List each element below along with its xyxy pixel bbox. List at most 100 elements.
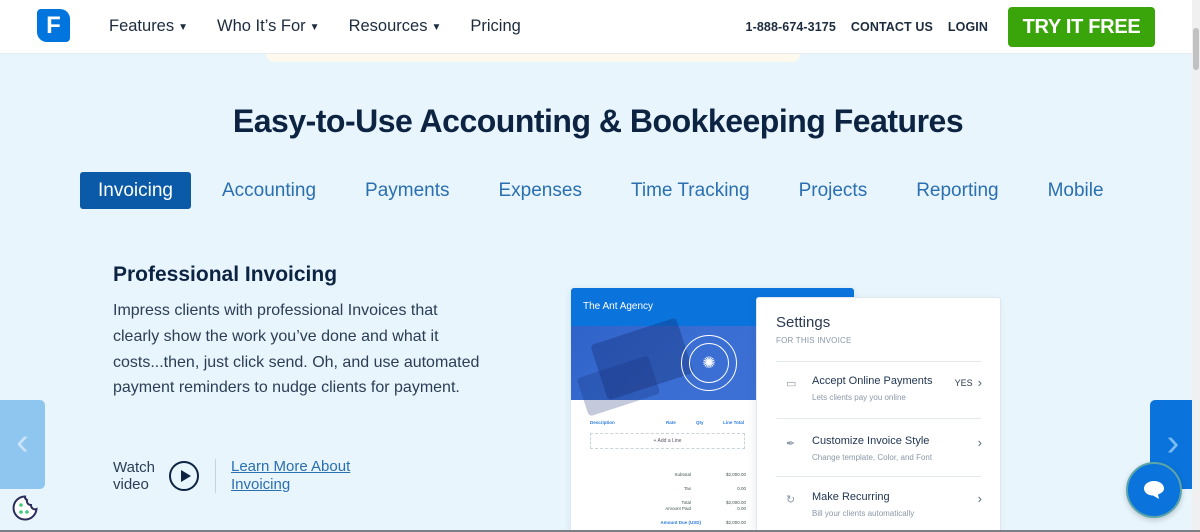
login-link[interactable]: LOGIN [948,20,988,34]
watch-video-row: Watch video Learn More About Invoicing [113,458,350,494]
column-rate: Rate [666,420,676,425]
feature-description: Impress clients with professional Invoic… [113,302,480,397]
setting-title: Accept Online Payments [812,375,933,387]
tab-time-tracking[interactable]: Time Tracking [631,172,750,209]
total-value: 0.00 [737,506,746,511]
ant-agency-logo: ✺ [681,335,737,391]
total-row: Amount Paid 0.00 [641,506,746,511]
play-icon [180,470,191,482]
tab-reporting[interactable]: Reporting [916,172,998,209]
chevron-down-icon: ▼ [431,22,442,33]
tab-payments[interactable]: Payments [365,172,449,209]
contact-us-link[interactable]: CONTACT US [851,20,933,34]
total-value: $2,000.00 [725,520,746,525]
main-nav: Features ▼ Who It’s For ▼ Resources ▼ Prici… [109,17,550,36]
paint-brush-icon: ✒ [786,438,796,450]
tab-projects[interactable]: Projects [799,172,868,209]
setting-value-text: YES [954,377,973,388]
desk-graphic [576,355,661,417]
watch-label-line1: Watch [113,459,155,476]
setting-title: Customize Invoice Style [812,435,930,447]
scrollbar-thumb[interactable] [1193,28,1199,70]
total-label: Subtotal [674,472,691,477]
total-label: Amount Paid [665,506,691,511]
play-video-button[interactable] [169,461,199,491]
invoice-totals: Subtotal $2,000.00 Tax 0.00 Total $2,000.00… [641,472,747,532]
setting-desc: Change template, Color, and Font [812,453,933,462]
total-label: Amount Due (USD) [660,520,702,525]
nav-features[interactable]: Features ▼ [109,17,188,36]
column-line-total: Line Total [723,420,744,425]
tab-mobile[interactable]: Mobile [1048,172,1104,209]
feature-tabs: Invoicing Accounting Payments Expenses T… [80,172,1104,209]
total-value: 0.00 [737,486,746,491]
total-row: Subtotal $2,000.00 [641,472,746,477]
chevron-right-icon: › [977,491,982,506]
header-actions: 1-888-674-3175 CONTACT US LOGIN TRY IT F… [746,7,1155,47]
add-line-button: + Add a Line [590,433,745,449]
chevron-down-icon: ▼ [178,22,189,33]
setting-desc: Bill your clients automatically [812,509,915,518]
settings-title: Settings [776,314,831,331]
ant-icon: ✺ [689,343,729,383]
setting-value: › [978,435,982,450]
setting-value: › [978,491,982,506]
divider [776,476,981,477]
company-name: The Ant Agency [583,301,654,312]
total-row: Total $2,000.00 [641,500,746,505]
page-scrollbar[interactable] [1192,0,1200,532]
site-header: F Features ▼ Who It’s For ▼ Resources ▼ Pri… [0,0,1192,54]
freshbooks-logo[interactable]: F [37,9,70,42]
divider [776,418,981,419]
feature-title: Professional Invoicing [113,263,338,286]
total-label: Tax [683,486,691,491]
settings-subtitle: FOR THIS INVOICE [776,336,852,345]
nav-resources[interactable]: Resources ▼ [349,17,442,36]
nav-label: Resources [348,17,428,35]
chat-bubble-icon [1144,481,1164,499]
divider [776,361,981,362]
nav-label: Features [109,17,175,35]
setting-desc: Lets clients pay you online [812,393,906,402]
chat-button[interactable] [1126,462,1182,518]
chevron-down-icon: ▼ [309,22,320,33]
setting-title: Make Recurring [812,491,890,503]
nav-who-its-for[interactable]: Who It’s For ▼ [217,17,320,36]
chevron-left-icon: ‹ [16,420,29,463]
total-row: Tax 0.00 [641,486,746,491]
total-label: Total [681,500,691,505]
column-description: Description [590,420,615,425]
recurring-icon: ↻ [786,494,796,506]
total-row: Amount Due (USD) $2,000.00 [641,520,747,525]
carousel-prev-button[interactable]: ‹ [0,400,45,489]
column-qty: Qty [696,420,704,425]
learn-link-line1: Learn More About [231,458,351,475]
cookie-icon [12,495,38,521]
chevron-right-icon: › [977,375,982,390]
promo-strip [266,54,800,62]
invoice-columns: Description Rate Qty Line Total [590,420,744,425]
setting-value: YES › [955,375,982,390]
watch-label-line2: video [113,476,149,493]
total-value: $2,000.00 [725,472,746,477]
logo-letter: F [46,11,61,39]
total-value: $2,000.00 [725,500,746,505]
watch-video-label[interactable]: Watch video [113,459,163,493]
phone-link[interactable]: 1-888-674-3175 [746,20,836,34]
nav-label: Who It’s For [217,17,306,35]
settings-panel: Settings FOR THIS INVOICE ▭ Accept Onlin… [756,297,1001,532]
nav-label: Pricing [470,17,521,35]
divider [215,459,216,493]
learn-link-line2: Invoicing [231,476,291,493]
page-title: Easy-to-Use Accounting & Bookkeeping Fea… [232,103,964,139]
chevron-right-icon: › [977,435,982,450]
tab-invoicing[interactable]: Invoicing [80,172,191,209]
tab-accounting[interactable]: Accounting [222,172,316,209]
laptop-icon: ▭ [786,378,797,390]
chevron-right-icon: › [1166,421,1180,464]
cookie-settings-button[interactable] [11,494,39,522]
nav-pricing[interactable]: Pricing [470,17,520,36]
tab-expenses[interactable]: Expenses [499,172,582,209]
learn-more-invoicing-link[interactable]: Learn More About Invoicing [231,458,350,494]
try-it-free-button[interactable]: TRY IT FREE [1008,7,1155,47]
